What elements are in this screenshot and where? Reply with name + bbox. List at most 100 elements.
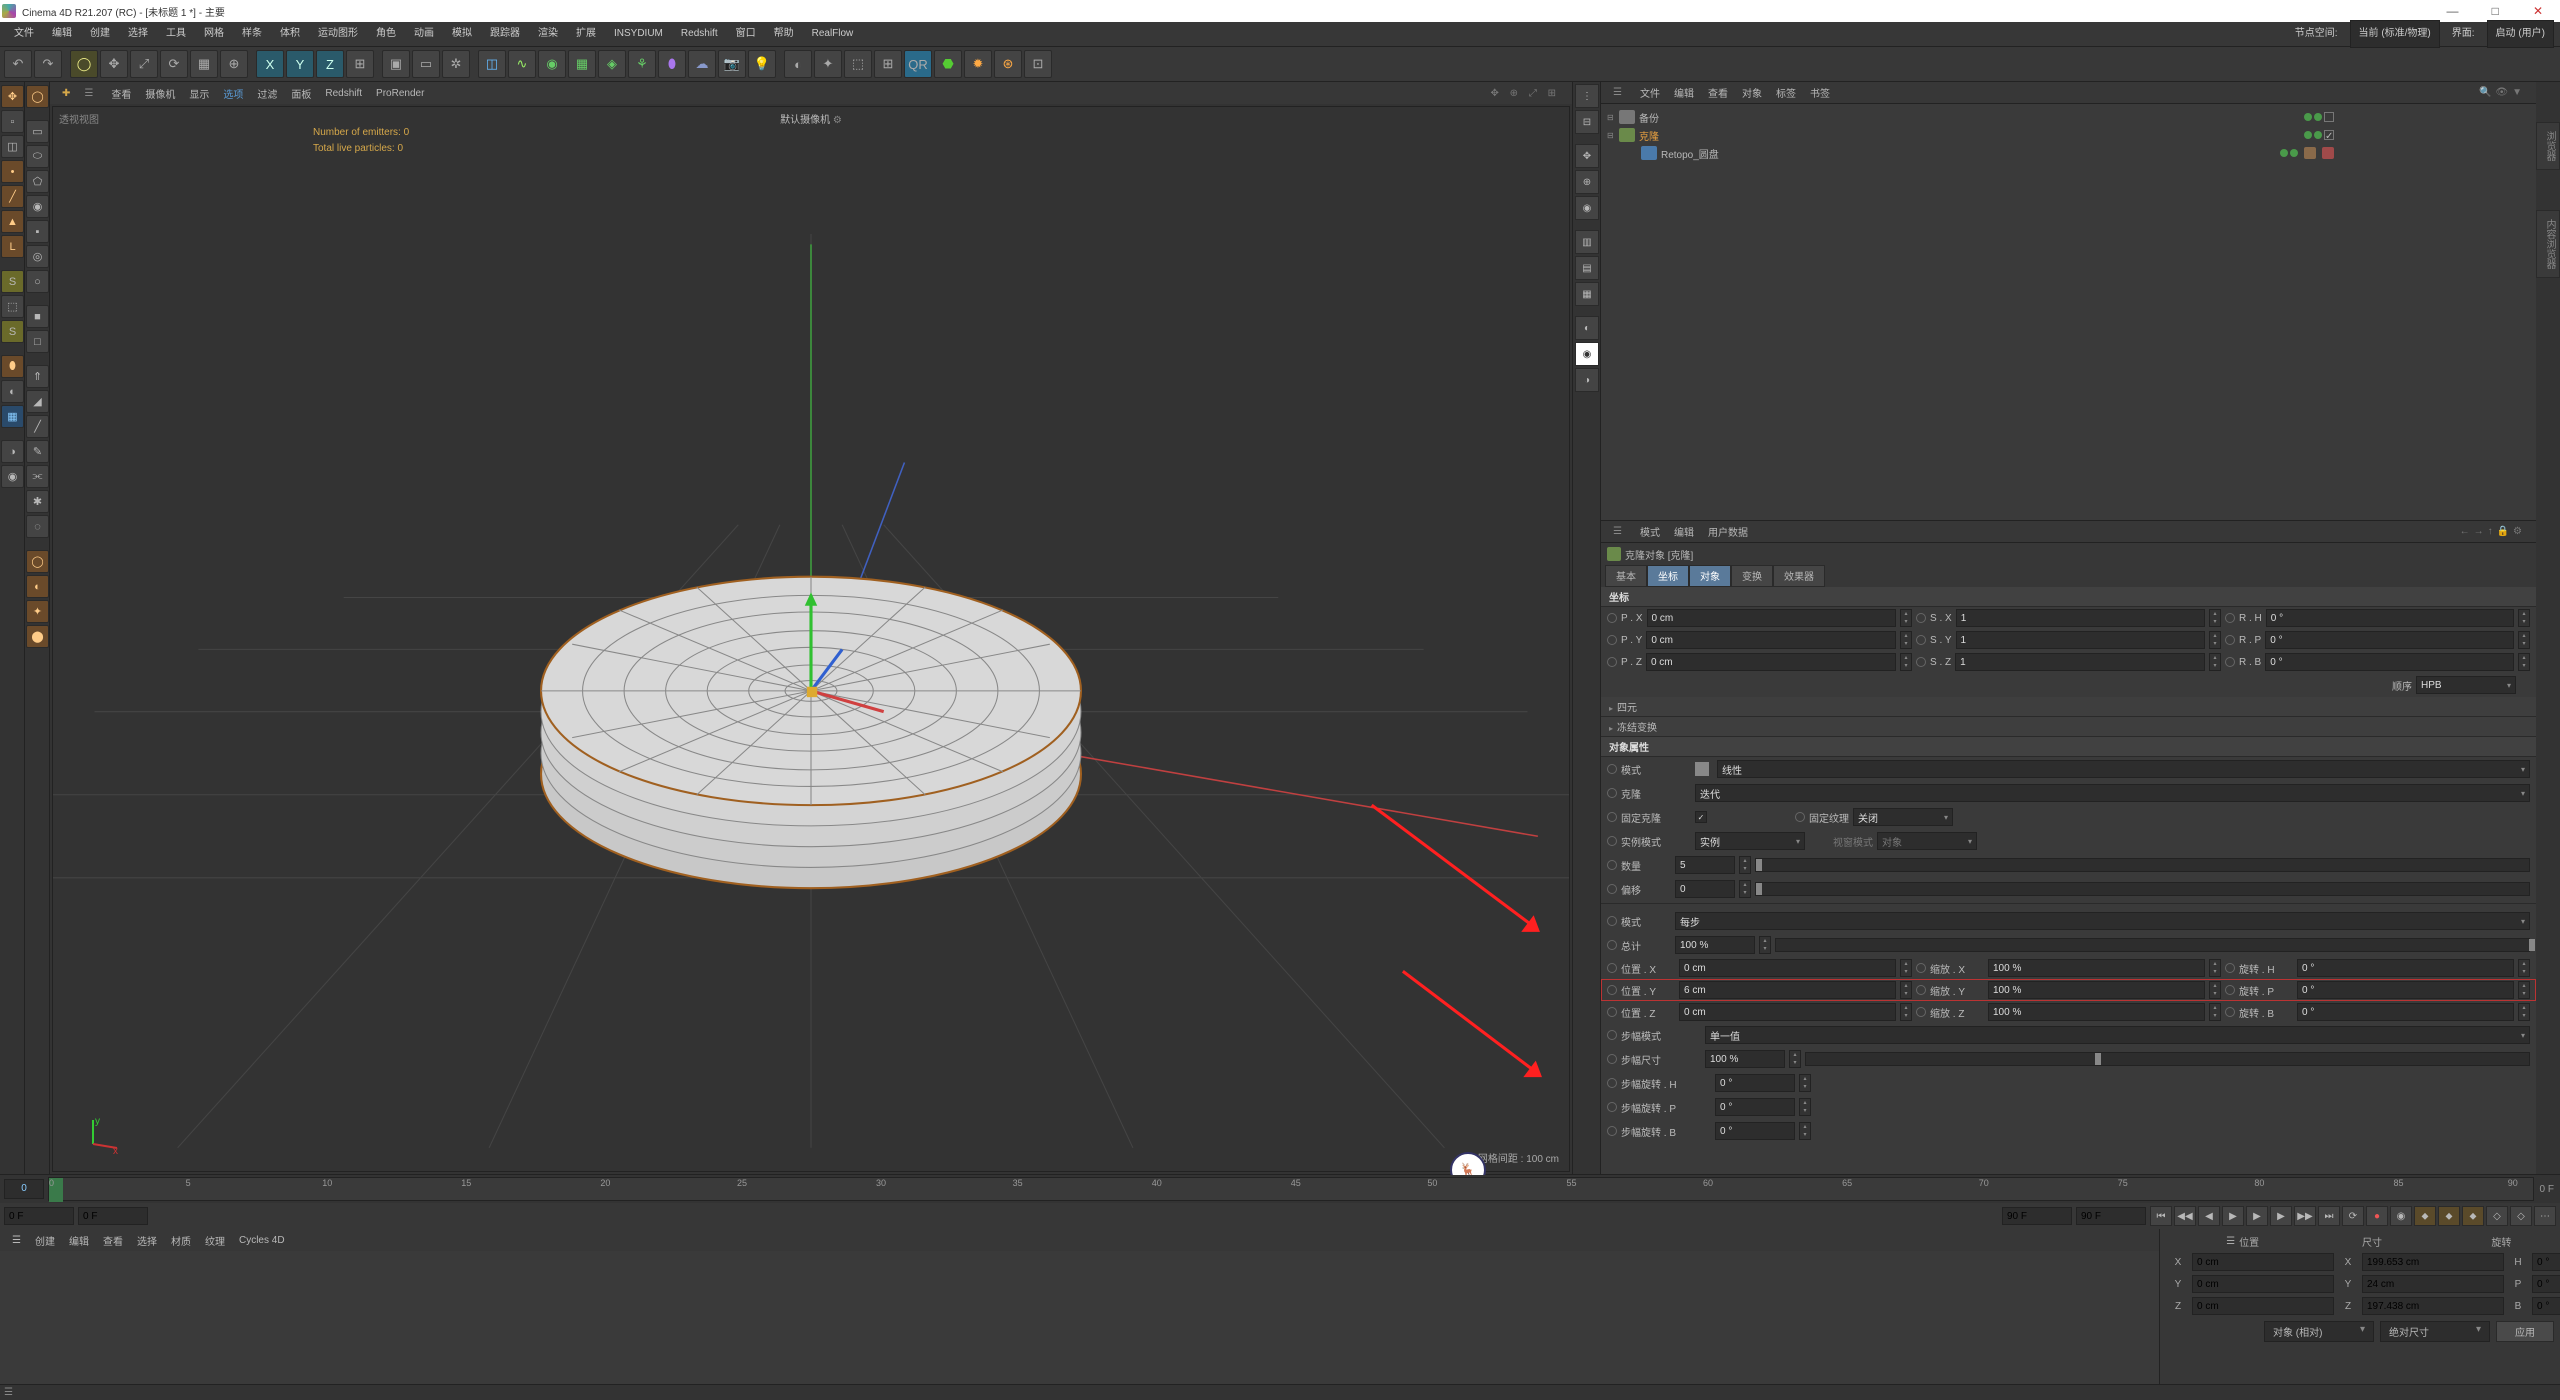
- sel-all-icon[interactable]: ■: [26, 305, 49, 328]
- clone-rotb-input[interactable]: [2297, 1003, 2514, 1021]
- menu-render[interactable]: 渲染: [530, 22, 566, 46]
- offset-input[interactable]: [1675, 880, 1735, 898]
- tree-row-clone[interactable]: ⊟ 克隆 ✓: [1603, 126, 2534, 144]
- vp-menu-filter[interactable]: 过滤: [251, 86, 283, 101]
- prev-frame-icon[interactable]: ◀: [2198, 1206, 2220, 1226]
- rot-p-input[interactable]: [2265, 631, 2514, 649]
- plugin-icon-1[interactable]: ◐: [784, 50, 812, 78]
- sel-rect-icon[interactable]: ▭: [26, 120, 49, 143]
- model-mode-icon[interactable]: ✥: [1, 85, 24, 108]
- vp-menu-view[interactable]: 查看: [105, 86, 137, 101]
- vp-menu-cameras[interactable]: 摄像机: [139, 86, 181, 101]
- poly-paint-icon[interactable]: ▦: [1, 405, 24, 428]
- burger-icon[interactable]: ☰: [1607, 87, 1628, 98]
- last-tool-icon[interactable]: ▦: [190, 50, 218, 78]
- viewport-nav-icons[interactable]: ✥ ⊕ ⤢ ⊞: [1485, 88, 1566, 99]
- deformer-icon[interactable]: ⬮: [658, 50, 686, 78]
- misc1-icon[interactable]: ◐: [1575, 316, 1599, 340]
- hud2-icon[interactable]: ▤: [1575, 256, 1599, 280]
- matmenu-cycles[interactable]: Cycles 4D: [233, 1235, 291, 1246]
- weld-icon[interactable]: ✱: [26, 490, 49, 513]
- bevel-icon[interactable]: ◢: [26, 390, 49, 413]
- steph-input[interactable]: [1715, 1074, 1795, 1092]
- menu-extensions[interactable]: 扩展: [568, 22, 604, 46]
- timeline[interactable]: 0 051015202530354045505560657075808590 0…: [0, 1175, 2560, 1203]
- tab-coord[interactable]: 坐标: [1647, 565, 1689, 587]
- total-input[interactable]: [1675, 936, 1755, 954]
- close-hole-icon[interactable]: ◌: [26, 515, 49, 538]
- fix-texture-select[interactable]: 关闭: [1853, 808, 1953, 826]
- cam-nav3-icon[interactable]: ◉: [1575, 196, 1599, 220]
- lock-icon[interactable]: 🔒: [2495, 526, 2511, 537]
- key-pos-icon[interactable]: ⬥: [2414, 1206, 2436, 1226]
- move-tool-icon[interactable]: ✥: [100, 50, 128, 78]
- stepp-input[interactable]: [1715, 1098, 1795, 1116]
- objmenu-view[interactable]: 查看: [1702, 85, 1734, 100]
- tree-row-backup[interactable]: ⊟ 备份: [1603, 108, 2534, 126]
- coord-mode-select[interactable]: 对象 (相对): [2264, 1321, 2374, 1342]
- mode-select[interactable]: 线性: [1717, 760, 2530, 778]
- move-axis-icon[interactable]: ◯: [26, 550, 49, 573]
- object-tree[interactable]: ⊟ 备份 ⊟ 克隆 ✓ Retopo_圆盘: [1601, 104, 2536, 520]
- axis-y-icon[interactable]: Y: [286, 50, 314, 78]
- poly-mode-icon[interactable]: ▲: [1, 210, 24, 233]
- menu-tools[interactable]: 工具: [158, 22, 194, 46]
- scl-x-input[interactable]: [1956, 609, 2205, 627]
- burger-icon[interactable]: ☰: [6, 1235, 27, 1246]
- autokey-icon[interactable]: ◉: [2390, 1206, 2412, 1226]
- play-fwd-icon[interactable]: ▶: [2246, 1206, 2268, 1226]
- coord-system-icon[interactable]: ⊞: [346, 50, 374, 78]
- clone-select[interactable]: 迭代: [1695, 784, 2530, 802]
- step-mode-select[interactable]: 每步: [1675, 912, 2530, 930]
- rotation-order-select[interactable]: HPB: [2416, 676, 2516, 694]
- hud3-icon[interactable]: ▦: [1575, 282, 1599, 306]
- generator-icon[interactable]: ◉: [538, 50, 566, 78]
- objmenu-objects[interactable]: 对象: [1736, 85, 1768, 100]
- objmenu-edit[interactable]: 编辑: [1668, 85, 1700, 100]
- point-mode-icon[interactable]: •: [1, 160, 24, 183]
- tab-transform[interactable]: 变换: [1731, 565, 1773, 587]
- object-mode-icon[interactable]: ▫: [1, 110, 24, 133]
- plugin-icon-7[interactable]: ✹: [964, 50, 992, 78]
- clone-roth-input[interactable]: [2297, 959, 2514, 977]
- clone-rotp-input[interactable]: [2297, 981, 2514, 999]
- burger-icon[interactable]: ☰: [4, 1387, 13, 1398]
- attrmenu-mode[interactable]: 模式: [1634, 524, 1666, 539]
- filter2-icon[interactable]: ⊟: [1575, 110, 1599, 134]
- objmenu-tags[interactable]: 标签: [1770, 85, 1802, 100]
- filter-icon[interactable]: ⋮: [1575, 84, 1599, 108]
- key-pla-icon[interactable]: ◇: [2510, 1206, 2532, 1226]
- stepsize-input[interactable]: [1705, 1050, 1785, 1068]
- render-region-icon[interactable]: ▭: [412, 50, 440, 78]
- current-frame-input[interactable]: [4, 1207, 74, 1225]
- workplane-icon[interactable]: ⬚: [1, 295, 24, 318]
- live-select-icon[interactable]: ◯: [26, 85, 49, 108]
- play-back-icon[interactable]: ▶: [2222, 1206, 2244, 1226]
- menu-mograph[interactable]: 运动图形: [310, 22, 366, 46]
- search-icon[interactable]: 🔍: [2477, 87, 2493, 98]
- key-scl-icon[interactable]: ⬥: [2438, 1206, 2460, 1226]
- menu-file[interactable]: 文件: [6, 22, 42, 46]
- record-icon[interactable]: ●: [2366, 1206, 2388, 1226]
- burger-icon[interactable]: ☰: [1607, 526, 1628, 537]
- cm-posz-input[interactable]: [2192, 1297, 2334, 1315]
- light-icon[interactable]: 💡: [748, 50, 776, 78]
- objmenu-bookmarks[interactable]: 书签: [1804, 85, 1836, 100]
- maximize-button[interactable]: □: [2475, 4, 2515, 18]
- cm-rotb-input[interactable]: [2532, 1297, 2560, 1315]
- clone-posz-input[interactable]: [1679, 1003, 1896, 1021]
- total-slider[interactable]: [1775, 938, 2530, 952]
- plugin-l2-icon[interactable]: ◉: [1, 465, 24, 488]
- menu-select[interactable]: 选择: [120, 22, 156, 46]
- cam-nav2-icon[interactable]: ⊕: [1575, 170, 1599, 194]
- viewport-solo-icon[interactable]: ◐: [1, 380, 24, 403]
- matmenu-view[interactable]: 查看: [97, 1233, 129, 1248]
- cube-primitive-icon[interactable]: ◫: [478, 50, 506, 78]
- stepsize-slider[interactable]: [1805, 1052, 2530, 1066]
- end-frame-input[interactable]: [2002, 1207, 2072, 1225]
- cm-sizex-input[interactable]: [2362, 1253, 2504, 1271]
- gear-icon[interactable]: ⚙: [2511, 526, 2524, 537]
- rot-b-input[interactable]: [2265, 653, 2514, 671]
- burger-icon[interactable]: ☰: [78, 88, 99, 99]
- objmenu-file[interactable]: 文件: [1634, 85, 1666, 100]
